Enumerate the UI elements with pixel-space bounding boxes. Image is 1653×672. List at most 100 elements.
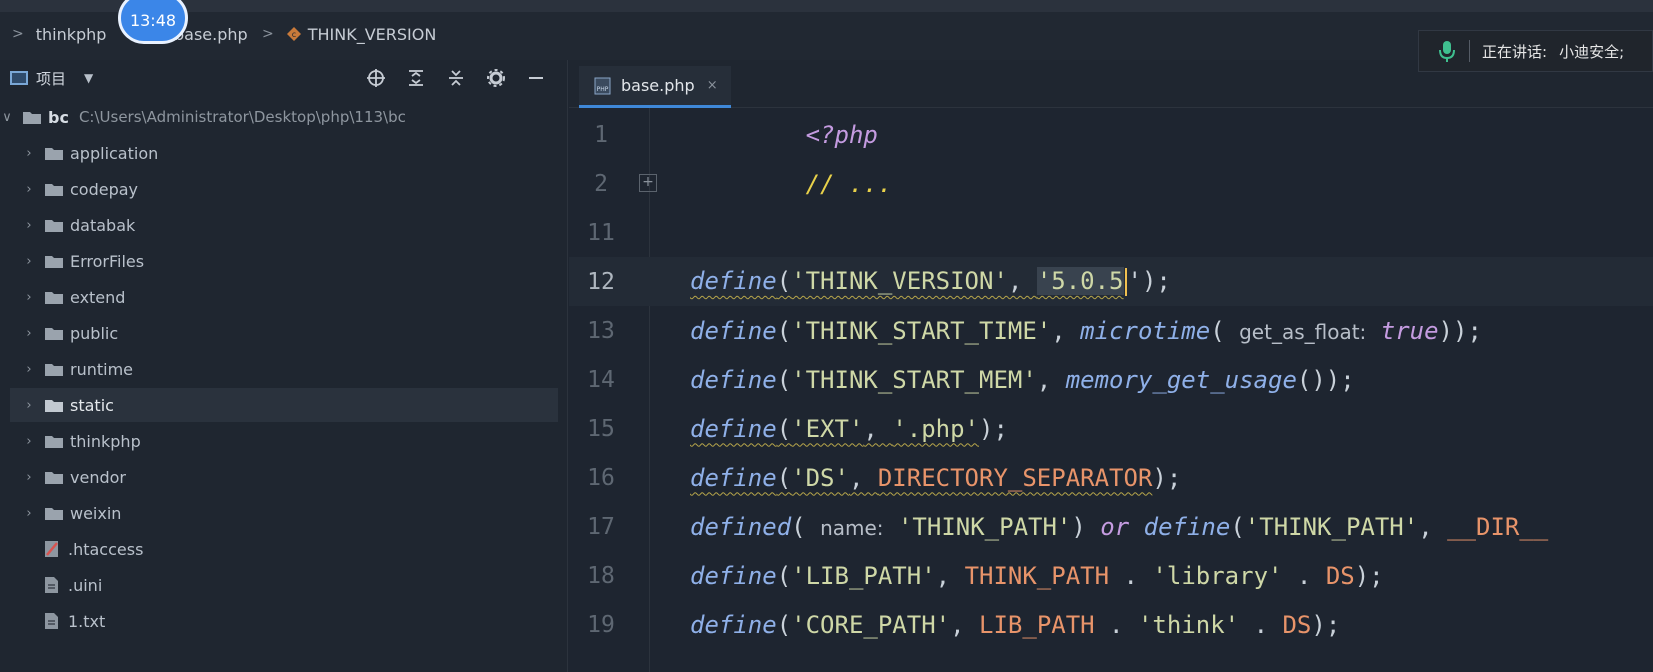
hide-panel-button[interactable] — [524, 66, 548, 90]
line-number: 17 — [587, 513, 615, 540]
chevron-down-icon: ∨ — [2, 109, 12, 125]
tab-label: base.php — [621, 76, 695, 95]
tree-item-static[interactable]: › static — [10, 388, 558, 422]
comma: , — [1036, 365, 1066, 394]
tree-root-name: bc — [48, 107, 69, 127]
folder-icon — [45, 256, 63, 268]
code-text: define('THINK_VERSION', '5.0.5 '); — [690, 267, 1171, 296]
constant: DIRECTORY_SEPARATOR — [877, 463, 1153, 492]
line-number: 2 — [594, 170, 608, 197]
string-literal: 'THINK_START_TIME' — [791, 316, 1052, 345]
concat-operator: . — [1094, 610, 1138, 639]
tree-item-thinkphp[interactable]: › thinkphp — [22, 424, 548, 458]
tree-item-label: weixin — [70, 503, 122, 523]
htaccess-file-icon — [45, 541, 58, 557]
svg-text:PHP: PHP — [597, 86, 609, 93]
comma: , — [848, 463, 878, 492]
tree-root-bc[interactable]: ∨ bc C:\Users\Administrator\Desktop\php\… — [0, 100, 548, 134]
tree-item-codepay[interactable]: › codepay — [22, 172, 548, 206]
chevron-right-icon: › — [26, 469, 32, 485]
closing-paren: )); — [1438, 316, 1482, 345]
breadcrumb-label: THINK_VERSION — [307, 24, 437, 44]
folder-icon — [45, 292, 63, 304]
define-call: define — [690, 561, 777, 590]
tree-item-htaccess[interactable]: .htaccess — [44, 532, 548, 566]
project-panel-header: 项目 ▼ — [0, 60, 568, 96]
code-text: define('CORE_PATH', LIB_PATH . 'think' .… — [690, 611, 1340, 639]
folder-icon — [45, 184, 63, 196]
code-text: define('EXT', '.php'); — [690, 415, 1008, 443]
code-line: 16 define('DS', DIRECTORY_SEPARATOR); — [569, 453, 1653, 502]
code-area[interactable]: 1 <?php 2 + // ... 11 12 define('THINK_V… — [569, 108, 1653, 672]
parameter-hint: name: — [820, 515, 884, 540]
tree-item-label: codepay — [70, 179, 139, 199]
paren: ( — [776, 267, 792, 295]
folder-icon — [45, 328, 63, 340]
settings-button[interactable] — [484, 66, 508, 90]
string-literal: 'EXT' — [791, 414, 864, 443]
tree-item-vendor[interactable]: › vendor — [22, 460, 548, 494]
tab-base-php[interactable]: PHP base.php × — [579, 66, 731, 108]
folded-comment: // ... — [805, 169, 893, 198]
closing-paren: ); — [979, 414, 1008, 443]
collapse-all-button[interactable] — [444, 66, 468, 90]
string-literal: 'THINK_PATH' — [883, 512, 1072, 541]
line-number: 14 — [587, 366, 615, 393]
comma: , — [863, 414, 893, 443]
expand-icon — [409, 70, 423, 86]
string-literal: 'CORE_PATH' — [791, 610, 951, 639]
function-call: microtime — [1080, 316, 1211, 345]
clock-badge: 13:48 — [118, 0, 188, 44]
project-panel: 项目 ▼ ∨ bc C:\Users\Administrator\Desktop… — [0, 60, 568, 672]
line-number: 12 — [587, 268, 615, 295]
defined-call: defined — [690, 512, 792, 541]
line-number: 16 — [587, 464, 615, 491]
php-file-icon: PHP — [594, 77, 611, 94]
tree-item-label: .htaccess — [68, 539, 144, 559]
project-view-selector[interactable]: 项目 ▼ — [10, 68, 93, 89]
code-line: 13 define('THINK_START_TIME', microtime(… — [569, 306, 1653, 355]
folder-icon — [45, 472, 63, 484]
paren: ( — [776, 316, 792, 345]
constant: DS — [1282, 610, 1312, 639]
chevron-right-icon: › — [26, 253, 32, 269]
constant: LIB_PATH — [979, 610, 1095, 639]
clock-time: 13:48 — [129, 10, 177, 30]
project-panel-tools — [364, 66, 548, 90]
string-literal: 'DS' — [791, 463, 849, 492]
tree-item-public[interactable]: › public — [22, 316, 548, 350]
tree-item-errorfiles[interactable]: › ErrorFiles — [22, 244, 548, 278]
chevron-right-icon: › — [26, 433, 32, 449]
tree-item-extend[interactable]: › extend — [22, 280, 548, 314]
constant: THINK_PATH — [964, 561, 1110, 590]
paren: ( — [776, 365, 792, 394]
tree-item-databak[interactable]: › databak — [22, 208, 548, 242]
locate-button[interactable] — [364, 66, 388, 90]
paren: ( — [1210, 316, 1240, 345]
tree-item-label: vendor — [70, 467, 126, 487]
expand-all-button[interactable] — [404, 66, 428, 90]
code-text: define('THINK_START_MEM', memory_get_usa… — [690, 366, 1355, 394]
folder-icon — [45, 364, 63, 376]
tree-item-application[interactable]: › application — [22, 136, 548, 170]
gear-icon — [487, 69, 505, 87]
speaking-label: 正在讲话: — [1482, 42, 1548, 61]
tree-item-weixin[interactable]: › weixin — [22, 496, 548, 530]
define-call: define — [690, 414, 777, 443]
tree-item-1-txt[interactable]: 1.txt — [44, 604, 548, 638]
tree-item-uini[interactable]: .uini — [44, 568, 548, 602]
string-literal: 'LIB_PATH' — [791, 561, 936, 590]
collapse-icon — [449, 70, 463, 86]
chevron-right-icon: › — [26, 325, 32, 341]
text-caret — [1124, 268, 1127, 296]
breadcrumb-item-thinkphp[interactable]: > thinkphp — [12, 22, 106, 46]
text-file-icon — [45, 577, 58, 593]
breadcrumb-item-constant[interactable]: > c THINK_VERSION — [262, 22, 436, 46]
tree-item-runtime[interactable]: › runtime — [22, 352, 548, 386]
concat-operator: . — [1239, 610, 1283, 639]
chevron-right-icon: › — [26, 505, 32, 521]
tree-item-label: public — [70, 323, 119, 343]
fold-expand-icon[interactable]: + — [639, 174, 657, 192]
close-icon[interactable]: × — [707, 78, 718, 93]
comma: , — [1007, 267, 1037, 295]
